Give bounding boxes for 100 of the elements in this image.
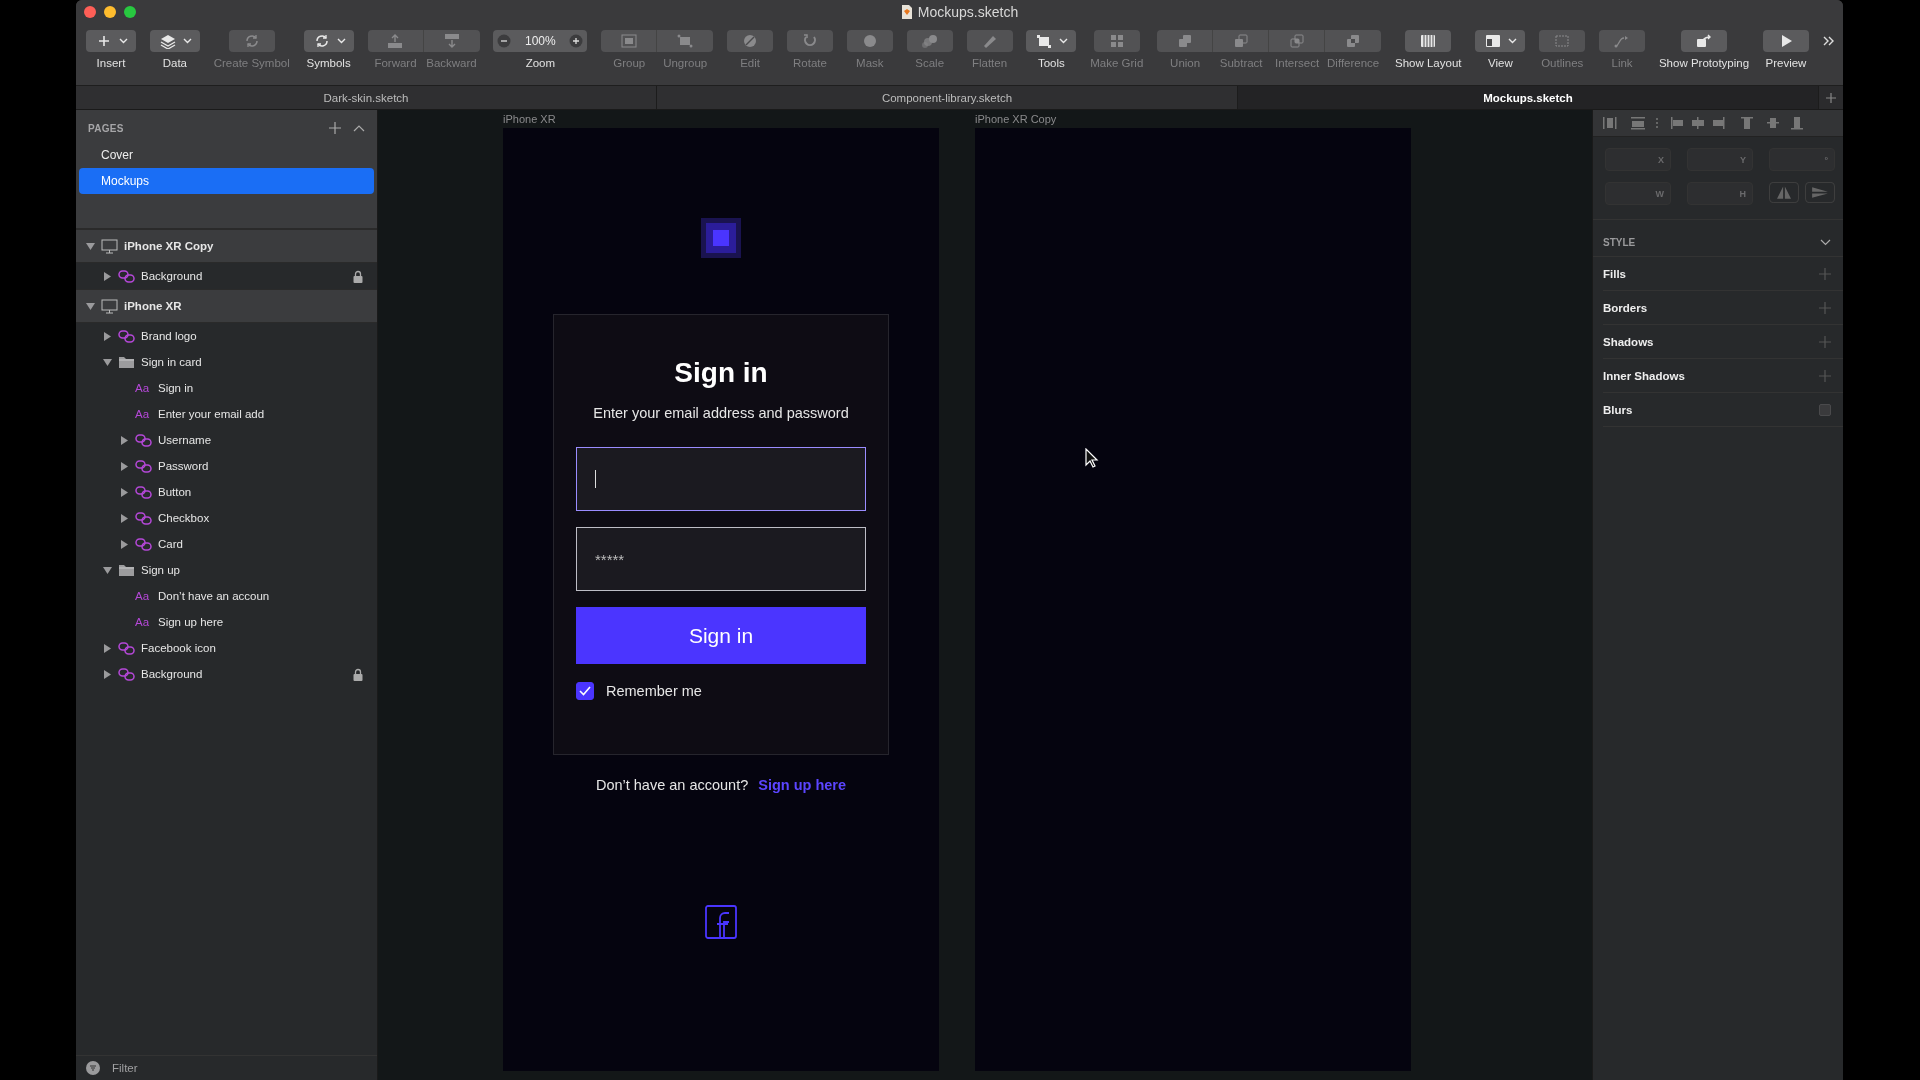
- symbol-icon: [135, 537, 152, 551]
- collapsed-arrow-icon[interactable]: [103, 669, 112, 679]
- layer-row[interactable]: Aa Don’t have an accoun: [76, 583, 377, 609]
- layer-name: Sign up here: [158, 616, 225, 628]
- document-tab[interactable]: Mockups.sketch: [1238, 86, 1819, 109]
- expanded-arrow-icon[interactable]: [103, 357, 112, 367]
- layer-row[interactable]: Aa Sign in: [76, 375, 377, 401]
- filter-field[interactable]: Filter: [110, 1061, 314, 1075]
- page-item[interactable]: Cover: [79, 142, 374, 168]
- zoom-button[interactable]: [124, 6, 136, 18]
- folder-icon: [118, 563, 135, 577]
- layer-row[interactable]: Background: [76, 661, 377, 687]
- style-heading: STYLE: [1603, 237, 1636, 248]
- style-section-title: Fills: [1603, 267, 1626, 280]
- symbol-icon: [118, 269, 135, 283]
- toolbar-button[interactable]: Show Prototyping: [1658, 30, 1750, 69]
- layer-name: iPhone XR Copy: [124, 240, 215, 252]
- layer-row[interactable]: Card: [76, 531, 377, 557]
- layer-row[interactable]: Sign in card: [76, 349, 377, 375]
- document-icon: [900, 5, 913, 19]
- layer-row[interactable]: Username: [76, 427, 377, 453]
- layer-name: Username: [158, 434, 213, 446]
- layer-name: Background: [141, 270, 204, 282]
- text-layer-icon: Aa: [135, 590, 152, 602]
- zoom-in-icon[interactable]: [569, 34, 584, 48]
- layer-row[interactable]: Aa Enter your email add: [76, 401, 377, 427]
- facebook-icon[interactable]: [705, 905, 737, 939]
- artboard-title[interactable]: iPhone XR: [503, 113, 939, 128]
- card-subtitle: Enter your email address and password: [592, 405, 850, 421]
- layer-row[interactable]: Background: [76, 263, 377, 289]
- sign-up-link[interactable]: Sign up here: [758, 777, 847, 793]
- layer-name: Don’t have an accoun: [158, 590, 271, 602]
- pages-heading: PAGES: [88, 122, 125, 134]
- sign-in-button[interactable]: Sign in: [576, 607, 866, 664]
- layer-row[interactable]: Checkbox: [76, 505, 377, 531]
- document-tab[interactable]: Component-library.sketch: [657, 86, 1238, 109]
- expanded-arrow-icon[interactable]: [86, 241, 95, 251]
- collapsed-arrow-icon[interactable]: [120, 513, 129, 523]
- layer-row[interactable]: Sign up: [76, 557, 377, 583]
- checkbox[interactable]: [576, 682, 594, 700]
- expanded-arrow-icon[interactable]: [103, 565, 112, 575]
- group-icon: [618, 33, 639, 49]
- text-layer-icon: Aa: [135, 382, 152, 394]
- layer-row[interactable]: Button: [76, 479, 377, 505]
- text-layer-icon: Aa: [135, 408, 152, 420]
- collapsed-arrow-icon[interactable]: [120, 435, 129, 445]
- document-tab[interactable]: Dark-skin.sketch: [76, 86, 657, 109]
- card-title: Sign in: [673, 357, 769, 389]
- symbol-icon: [118, 667, 135, 681]
- overflow-icon[interactable]: [1822, 36, 1835, 46]
- artboard-icon: [101, 238, 118, 254]
- sign-up-prompt: Don’t have an account?: [595, 777, 749, 793]
- symbol-icon: [135, 433, 152, 447]
- collapsed-arrow-icon[interactable]: [103, 643, 112, 653]
- expanded-arrow-icon[interactable]: [86, 301, 95, 311]
- flip-horizontal-icon[interactable]: [1769, 182, 1799, 203]
- brand-logo-icon: [701, 218, 741, 258]
- layer-row[interactable]: iPhone XR Copy: [76, 229, 377, 263]
- layer-name: Card: [158, 538, 184, 550]
- layer-row[interactable]: Password: [76, 453, 377, 479]
- add-icon[interactable]: [329, 122, 341, 134]
- toolbar-button[interactable]: Show Layout: [1395, 30, 1462, 69]
- layer-row[interactable]: Facebook icon: [76, 635, 377, 661]
- style-section-title: Shadows: [1603, 335, 1654, 348]
- checkbox[interactable]: [1819, 403, 1831, 416]
- password-field[interactable]: *****: [576, 527, 866, 591]
- filter-icon[interactable]: [86, 1061, 100, 1075]
- collapsed-arrow-icon[interactable]: [120, 461, 129, 471]
- layer-name: Button: [158, 486, 193, 498]
- lock-icon[interactable]: [353, 269, 363, 283]
- text-layer-icon: Aa: [135, 616, 152, 628]
- collapsed-arrow-icon[interactable]: [103, 271, 112, 281]
- symbol-icon: [135, 485, 152, 499]
- layer-name: Sign in: [158, 382, 195, 394]
- layer-name: Checkbox: [158, 512, 211, 524]
- minimize-button[interactable]: [104, 6, 116, 18]
- collapsed-arrow-icon[interactable]: [120, 539, 129, 549]
- add-tab-icon[interactable]: [1825, 91, 1837, 104]
- layer-name: Facebook icon: [141, 642, 217, 654]
- flip-vertical-icon[interactable]: [1805, 182, 1835, 203]
- collapsed-arrow-icon[interactable]: [103, 331, 112, 341]
- layer-row[interactable]: Aa Sign up here: [76, 609, 377, 635]
- layer-row[interactable]: iPhone XR: [76, 289, 377, 323]
- collapsed-arrow-icon[interactable]: [120, 487, 129, 497]
- username-field[interactable]: [576, 447, 866, 511]
- artboard-title[interactable]: iPhone XR Copy: [975, 113, 1411, 128]
- layer-row[interactable]: Brand logo: [76, 323, 377, 349]
- style-section-title: Blurs: [1603, 403, 1633, 416]
- layer-name: Enter your email add: [158, 408, 266, 420]
- chevron-down-icon[interactable]: [1820, 239, 1831, 246]
- close-button[interactable]: [84, 6, 96, 18]
- zoom-out-icon[interactable]: [497, 34, 512, 48]
- collapse-icon[interactable]: [353, 124, 365, 132]
- toolbar-label: Zoom: [525, 57, 556, 69]
- symbol-icon: [118, 329, 135, 343]
- lock-icon[interactable]: [353, 667, 363, 681]
- zoom-control[interactable]: 100%: [493, 30, 588, 52]
- page-item[interactable]: Mockups: [79, 168, 374, 194]
- layer-name: iPhone XR: [124, 300, 183, 312]
- mouse-pointer-icon: [1085, 448, 1099, 468]
